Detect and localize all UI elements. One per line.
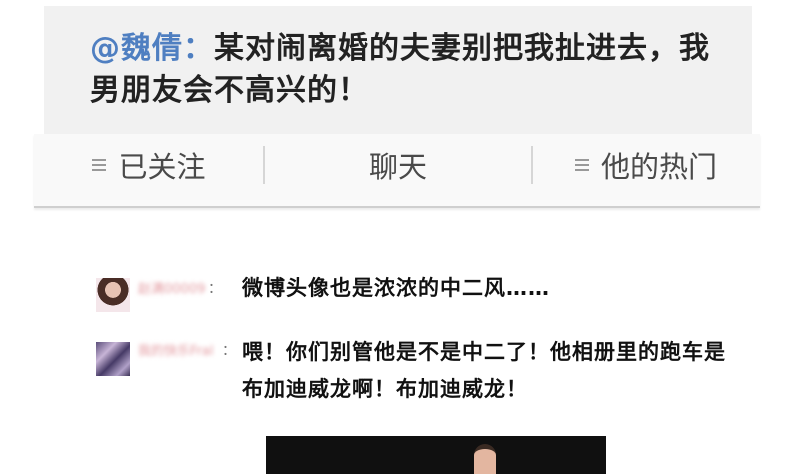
image-preview[interactable] bbox=[266, 436, 606, 474]
tab-hot-label: 他的热门 bbox=[600, 150, 717, 184]
avatar[interactable] bbox=[96, 342, 130, 376]
comment-item: 我的快乐Fral ： 喂！你们别管他是不是中二了！他相册里的跑车是布加迪威龙啊！… bbox=[96, 334, 756, 414]
comment-colon: ： bbox=[208, 281, 222, 297]
profile-tab-bar: 已关注 聊天 他的热门 bbox=[34, 134, 760, 208]
comment-username[interactable]: 赵满00009 bbox=[138, 278, 205, 297]
screenshot: @魏倩：某对闹离婚的夫妻别把我扯进去，我男朋友会不高兴的！ 已关注 聊天 他的热… bbox=[0, 0, 800, 474]
tab-hot[interactable]: 他的热门 bbox=[532, 134, 760, 196]
comment-colon: ： bbox=[222, 343, 236, 359]
menu-lines-icon bbox=[574, 156, 589, 174]
tab-chat[interactable]: 聊天 bbox=[264, 134, 532, 196]
quoted-post-card[interactable]: @魏倩：某对闹离婚的夫妻别把我扯进去，我男朋友会不高兴的！ bbox=[44, 6, 752, 134]
post-author[interactable]: @魏倩： bbox=[90, 31, 214, 66]
avatar[interactable] bbox=[96, 278, 130, 312]
tab-chat-label: 聊天 bbox=[368, 150, 427, 184]
comment-text: 微博头像也是浓浓的中二风…… bbox=[242, 276, 550, 300]
tab-follow-label: 已关注 bbox=[118, 150, 206, 184]
comment-text: 喂！你们别管他是不是中二了！他相册里的跑车是布加迪威龙啊！布加迪威龙！ bbox=[242, 340, 726, 401]
comment-item: 赵满00009 ： 微博头像也是浓浓的中二风…… bbox=[96, 270, 756, 320]
tab-follow[interactable]: 已关注 bbox=[34, 134, 264, 196]
post-content: @魏倩：某对闹离婚的夫妻别把我扯进去，我男朋友会不高兴的！ bbox=[90, 28, 730, 112]
image-figure bbox=[474, 444, 496, 474]
menu-lines-icon bbox=[92, 156, 107, 174]
comment-username[interactable]: 我的快乐Fral bbox=[138, 340, 213, 359]
